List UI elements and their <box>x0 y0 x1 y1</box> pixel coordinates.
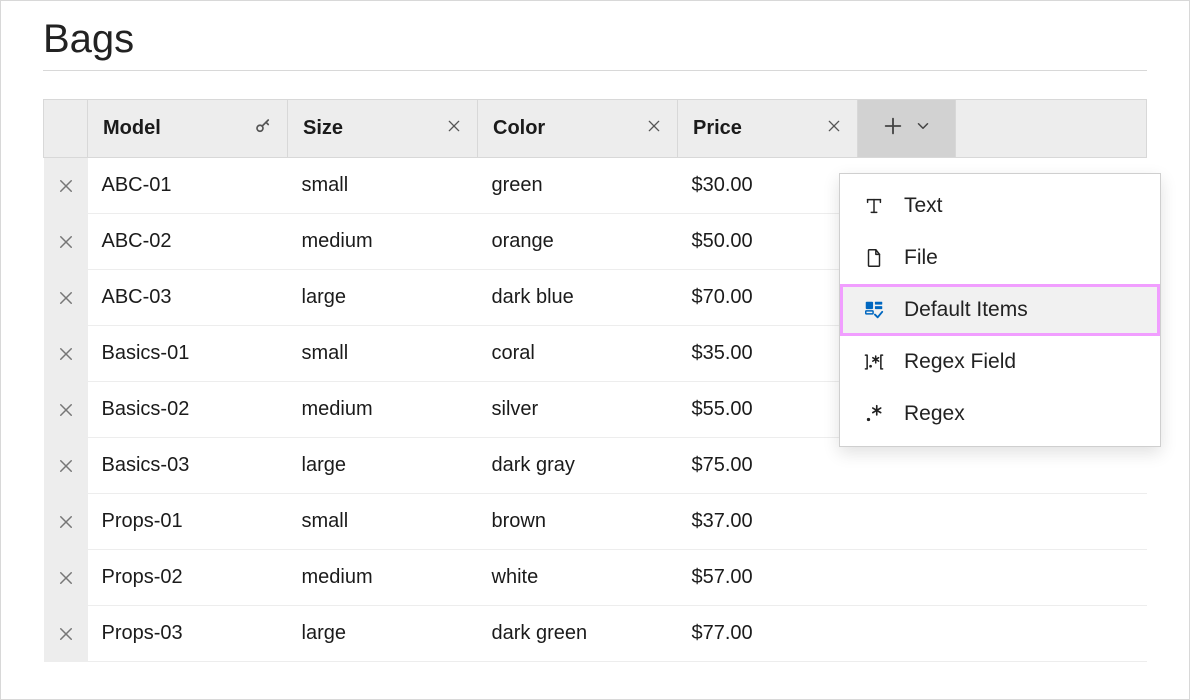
table-row: Props-01smallbrown$37.00 <box>44 494 1147 550</box>
delete-row-button[interactable] <box>44 606 88 662</box>
column-spacer <box>956 100 1147 158</box>
cell-size[interactable]: small <box>288 326 478 382</box>
delete-row-button[interactable] <box>44 494 88 550</box>
cell-size[interactable]: large <box>288 438 478 494</box>
menu-item-regex-field[interactable]: Regex Field <box>840 336 1160 388</box>
cell-model[interactable]: ABC-03 <box>88 270 288 326</box>
menu-item-regex[interactable]: Regex <box>840 388 1160 440</box>
cell-color[interactable]: white <box>478 550 678 606</box>
column-header-color[interactable]: Color <box>478 100 678 158</box>
cell-color[interactable]: dark gray <box>478 438 678 494</box>
close-icon <box>44 289 88 307</box>
cell-price[interactable]: $55.00 <box>678 382 858 438</box>
column-header-label: Model <box>103 117 246 140</box>
close-icon[interactable] <box>826 117 842 140</box>
cell-price[interactable]: $50.00 <box>678 214 858 270</box>
menu-item-label: Regex <box>904 402 965 426</box>
close-icon[interactable] <box>446 117 462 140</box>
plus-icon <box>882 115 904 143</box>
cell-model[interactable]: Props-01 <box>88 494 288 550</box>
delete-row-button[interactable] <box>44 214 88 270</box>
cell-color[interactable]: dark blue <box>478 270 678 326</box>
close-icon <box>44 177 88 195</box>
cell-empty <box>858 494 956 550</box>
regex-field-icon <box>862 351 886 373</box>
column-header-price[interactable]: Price <box>678 100 858 158</box>
key-icon <box>254 117 272 141</box>
regex-icon <box>862 403 886 425</box>
close-icon <box>44 569 88 587</box>
cell-model[interactable]: ABC-01 <box>88 158 288 214</box>
cell-model[interactable]: Basics-01 <box>88 326 288 382</box>
cell-price[interactable]: $37.00 <box>678 494 858 550</box>
table-row: Props-02mediumwhite$57.00 <box>44 550 1147 606</box>
menu-item-label: Text <box>904 194 943 218</box>
cell-model[interactable]: Basics-03 <box>88 438 288 494</box>
menu-item-label: File <box>904 246 938 270</box>
column-header-label: Color <box>493 117 638 140</box>
cell-empty <box>858 550 956 606</box>
default-items-icon <box>862 299 886 321</box>
close-icon <box>44 401 88 419</box>
cell-empty <box>858 606 956 662</box>
cell-size[interactable]: large <box>288 606 478 662</box>
cell-color[interactable]: brown <box>478 494 678 550</box>
cell-price[interactable]: $77.00 <box>678 606 858 662</box>
cell-empty <box>956 606 1147 662</box>
cell-price[interactable]: $35.00 <box>678 326 858 382</box>
delete-row-button[interactable] <box>44 326 88 382</box>
close-icon <box>44 625 88 643</box>
menu-item-text[interactable]: Text <box>840 180 1160 232</box>
cell-model[interactable]: Basics-02 <box>88 382 288 438</box>
cell-empty <box>956 494 1147 550</box>
cell-empty <box>956 550 1147 606</box>
cell-color[interactable]: silver <box>478 382 678 438</box>
text-icon <box>862 195 886 217</box>
column-header-label: Size <box>303 117 438 140</box>
cell-size[interactable]: small <box>288 494 478 550</box>
delete-row-button[interactable] <box>44 270 88 326</box>
cell-price[interactable]: $70.00 <box>678 270 858 326</box>
close-icon[interactable] <box>646 117 662 140</box>
row-actions-header <box>44 100 88 158</box>
cell-color[interactable]: dark green <box>478 606 678 662</box>
cell-size[interactable]: medium <box>288 382 478 438</box>
column-header-model[interactable]: Model <box>88 100 288 158</box>
cell-size[interactable]: small <box>288 158 478 214</box>
close-icon <box>44 345 88 363</box>
delete-row-button[interactable] <box>44 438 88 494</box>
cell-price[interactable]: $75.00 <box>678 438 858 494</box>
cell-color[interactable]: green <box>478 158 678 214</box>
cell-model[interactable]: Props-02 <box>88 550 288 606</box>
close-icon <box>44 233 88 251</box>
cell-size[interactable]: large <box>288 270 478 326</box>
file-icon <box>862 247 886 269</box>
column-header-size[interactable]: Size <box>288 100 478 158</box>
chevron-down-icon <box>914 117 932 141</box>
cell-model[interactable]: Props-03 <box>88 606 288 662</box>
delete-row-button[interactable] <box>44 550 88 606</box>
menu-item-label: Regex Field <box>904 350 1016 374</box>
cell-color[interactable]: coral <box>478 326 678 382</box>
cell-size[interactable]: medium <box>288 214 478 270</box>
cell-price[interactable]: $30.00 <box>678 158 858 214</box>
add-column-button[interactable] <box>858 100 956 158</box>
menu-item-default-items[interactable]: Default Items <box>840 284 1160 336</box>
menu-item-file[interactable]: File <box>840 232 1160 284</box>
delete-row-button[interactable] <box>44 382 88 438</box>
cell-color[interactable]: orange <box>478 214 678 270</box>
column-header-label: Price <box>693 117 818 140</box>
delete-row-button[interactable] <box>44 158 88 214</box>
menu-item-label: Default Items <box>904 298 1028 322</box>
add-column-menu: Text File Default Items <box>839 173 1161 447</box>
cell-model[interactable]: ABC-02 <box>88 214 288 270</box>
cell-price[interactable]: $57.00 <box>678 550 858 606</box>
table-row: Props-03largedark green$77.00 <box>44 606 1147 662</box>
close-icon <box>44 513 88 531</box>
page-title: Bags <box>43 17 1147 62</box>
close-icon <box>44 457 88 475</box>
cell-size[interactable]: medium <box>288 550 478 606</box>
title-divider <box>43 70 1147 71</box>
